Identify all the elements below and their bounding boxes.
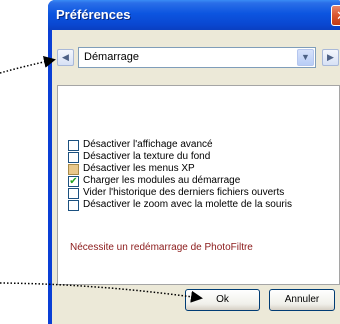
option-label: Désactiver les menus XP bbox=[83, 163, 195, 174]
option-label: Désactiver le zoom avec la molette de la… bbox=[83, 199, 292, 210]
annotation-arrow-nav bbox=[0, 56, 56, 74]
checkbox[interactable] bbox=[68, 188, 79, 199]
options-panel: Désactiver l'affichage avancé Désactiver… bbox=[57, 85, 340, 285]
option-label: Désactiver l'affichage avancé bbox=[83, 139, 213, 150]
option-label: Charger les modules au démarrage bbox=[83, 175, 241, 186]
preferences-window: Préférences ✕ ◀ Démarrage ▼ ▶ Désactiver… bbox=[48, 0, 340, 324]
category-select[interactable]: Démarrage ▼ bbox=[78, 47, 316, 68]
category-select-value: Démarrage bbox=[84, 51, 140, 63]
option-label: Désactiver la texture du fond bbox=[83, 151, 211, 162]
arrow-left-icon[interactable]: ◀ bbox=[57, 49, 74, 66]
ok-button[interactable]: Ok bbox=[185, 289, 260, 311]
close-icon[interactable]: ✕ bbox=[331, 5, 340, 26]
checkbox[interactable] bbox=[68, 152, 79, 163]
restart-note: Nécessite un redémarrage de PhotoFiltre bbox=[70, 242, 253, 253]
checkbox[interactable] bbox=[68, 164, 79, 175]
checkbox-checked[interactable]: ✔ bbox=[68, 176, 79, 187]
window-title: Préférences bbox=[56, 7, 131, 22]
checkbox[interactable] bbox=[68, 140, 79, 151]
arrow-right-icon[interactable]: ▶ bbox=[322, 49, 339, 66]
cancel-button[interactable]: Annuler bbox=[269, 289, 335, 311]
option-label: Vider l'historique des derniers fichiers… bbox=[83, 187, 285, 198]
chevron-down-icon[interactable]: ▼ bbox=[297, 49, 314, 66]
checkbox[interactable] bbox=[68, 200, 79, 211]
title-bar[interactable]: Préférences ✕ bbox=[48, 0, 340, 30]
dialog-body: ◀ Démarrage ▼ ▶ Désactiver l'affichage a… bbox=[52, 30, 340, 324]
